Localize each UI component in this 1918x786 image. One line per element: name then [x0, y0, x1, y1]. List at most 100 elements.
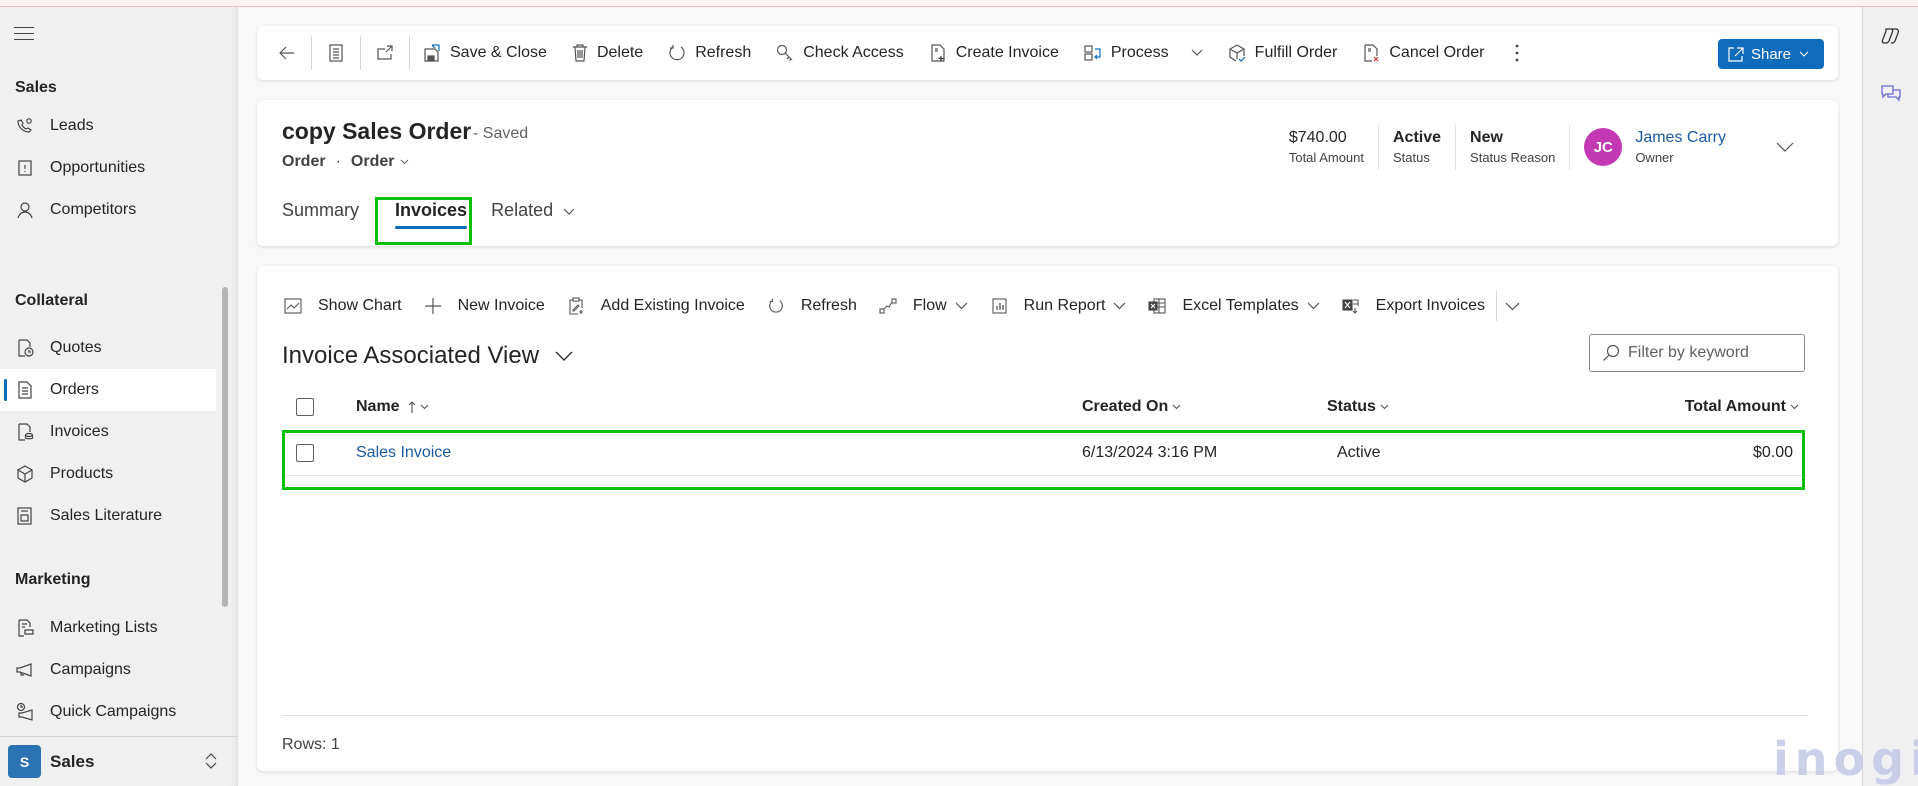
- report-icon: [992, 298, 1007, 314]
- refresh-button[interactable]: Refresh: [655, 26, 763, 80]
- invoice-icon: [15, 422, 35, 442]
- chat-icon[interactable]: [1880, 83, 1902, 105]
- flow-icon: [879, 298, 897, 314]
- sidebar-item-opportunities[interactable]: Opportunities: [0, 147, 216, 189]
- sidebar-item-products[interactable]: Products: [0, 453, 216, 495]
- add-existing-invoice-button[interactable]: Add Existing Invoice: [556, 286, 756, 326]
- sidebar-item-orders[interactable]: Orders: [0, 369, 216, 411]
- export-invoices-button[interactable]: Export Invoices: [1331, 286, 1496, 326]
- trash-icon: [572, 44, 587, 62]
- chart-icon: [284, 298, 302, 314]
- area-name: Sales: [50, 751, 95, 771]
- chevron-down-icon: [1790, 404, 1799, 410]
- column-header-created-on[interactable]: Created On: [1082, 398, 1181, 416]
- header-field-total-amount: $740.00 Total Amount: [1288, 129, 1364, 165]
- invoice-name-link[interactable]: Sales Invoice: [356, 444, 451, 462]
- chevron-down-icon: [563, 208, 575, 215]
- more-vertical-icon: [1515, 44, 1518, 62]
- document-list-icon: [329, 44, 343, 62]
- table-row[interactable]: Sales Invoice 6/13/2024 3:16 PM Active $…: [282, 430, 1807, 476]
- nav-group-sales: Sales: [15, 79, 57, 96]
- view-selector[interactable]: Invoice Associated View: [282, 342, 573, 370]
- open-in-new-window-button[interactable]: [361, 26, 409, 80]
- form-view-button[interactable]: [312, 26, 360, 80]
- column-header-status[interactable]: Status: [1327, 398, 1389, 416]
- subgrid-command-bar: Show Chart New Invoice Add Existing Invo…: [273, 286, 1544, 326]
- chevron-down-icon: [401, 159, 409, 165]
- process-icon: [1084, 45, 1101, 61]
- person-icon: [15, 200, 35, 220]
- filter-by-keyword[interactable]: [1589, 334, 1805, 372]
- back-button[interactable]: [257, 26, 311, 80]
- more-commands-button[interactable]: [1497, 26, 1537, 80]
- grid-header-row: Name Created On Status Total Amount: [282, 386, 1807, 428]
- sidebar-scrollbar[interactable]: [222, 287, 228, 607]
- show-chart-button[interactable]: Show Chart: [273, 286, 413, 326]
- run-report-button[interactable]: Run Report: [979, 286, 1138, 326]
- create-invoice-icon: [931, 44, 945, 62]
- area-badge: S: [8, 745, 41, 778]
- phone-gear-icon: [15, 116, 35, 136]
- area-switcher[interactable]: S Sales: [0, 736, 238, 786]
- delete-button[interactable]: Delete: [559, 26, 655, 80]
- share-button[interactable]: Share: [1718, 39, 1824, 69]
- document-list-icon: [15, 380, 35, 400]
- annotation-highlight-tab: [375, 197, 472, 245]
- quick-campaign-icon: [15, 702, 35, 722]
- marketing-list-icon: [15, 618, 35, 638]
- check-access-button[interactable]: Check Access: [763, 26, 915, 80]
- sidebar-item-sales-literature[interactable]: Sales Literature: [0, 495, 216, 537]
- sidebar-item-competitors[interactable]: Competitors: [0, 189, 216, 231]
- separator-dot: ·: [335, 153, 341, 170]
- chevron-up-down-icon: [205, 753, 217, 769]
- process-button[interactable]: Process: [1071, 26, 1215, 80]
- create-invoice-button[interactable]: Create Invoice: [916, 26, 1071, 80]
- plus-icon: [424, 298, 441, 314]
- nav-group-collateral: Collateral: [15, 292, 88, 309]
- view-name: Invoice Associated View: [282, 342, 540, 369]
- excel-templates-button[interactable]: Excel Templates: [1137, 286, 1330, 326]
- clipboard-add-icon: [569, 297, 583, 315]
- save-close-button[interactable]: Save & Close: [410, 26, 559, 80]
- sidebar-item-quick-campaigns[interactable]: Quick Campaigns: [0, 691, 216, 733]
- tab-summary[interactable]: Summary: [282, 192, 359, 232]
- opportunity-icon: [15, 158, 35, 178]
- filter-input[interactable]: [1628, 344, 1788, 362]
- select-all-checkbox[interactable]: [296, 398, 314, 416]
- sidebar-item-marketing-lists[interactable]: Marketing Lists: [0, 607, 216, 649]
- avatar: JC: [1584, 128, 1623, 166]
- box-icon: [15, 464, 35, 484]
- form-selector[interactable]: Order: [351, 153, 410, 171]
- column-header-name[interactable]: Name: [356, 398, 429, 416]
- hamburger-menu-icon[interactable]: [14, 27, 34, 41]
- excel-export-icon: [1342, 299, 1359, 314]
- header-fields: $740.00 Total Amount Active Status New S…: [1275, 124, 1838, 170]
- record-command-bar: Save & Close Delete Refresh Check Access…: [257, 26, 1838, 80]
- chevron-down-icon: [1172, 404, 1181, 410]
- fulfill-order-button[interactable]: Fulfill Order: [1215, 26, 1350, 80]
- owner-link[interactable]: James Carry: [1635, 129, 1726, 147]
- expand-header-chevron-icon[interactable]: [1776, 142, 1794, 152]
- sidebar-item-quotes[interactable]: Quotes: [0, 327, 216, 369]
- sidebar-item-leads[interactable]: Leads: [0, 105, 216, 147]
- subgrid-refresh-button[interactable]: Refresh: [756, 286, 868, 326]
- chevron-down-icon: [1191, 49, 1203, 56]
- more-subgrid-commands-button[interactable]: [1497, 286, 1544, 326]
- record-subtitle: Order · Order: [282, 153, 409, 171]
- cancel-order-button[interactable]: Cancel Order: [1349, 26, 1496, 80]
- record-title: copy Sales Order: [282, 118, 472, 144]
- sidebar-item-invoices[interactable]: Invoices: [0, 411, 216, 453]
- chevron-down-icon: [955, 302, 968, 310]
- tab-related[interactable]: Related: [491, 192, 575, 232]
- header-field-status-reason: New Status Reason: [1455, 124, 1569, 170]
- new-invoice-button[interactable]: New Invoice: [413, 286, 556, 326]
- megaphone-icon: [15, 660, 35, 680]
- refresh-icon: [768, 298, 783, 313]
- copilot-icon[interactable]: [1880, 25, 1902, 47]
- column-header-total-amount[interactable]: Total Amount: [1685, 398, 1799, 416]
- sidebar-item-campaigns[interactable]: Campaigns: [0, 649, 216, 691]
- save-status: - Saved: [473, 125, 529, 142]
- row-checkbox[interactable]: [296, 443, 314, 462]
- nav-group-marketing: Marketing: [15, 571, 91, 588]
- flow-button[interactable]: Flow: [868, 286, 979, 326]
